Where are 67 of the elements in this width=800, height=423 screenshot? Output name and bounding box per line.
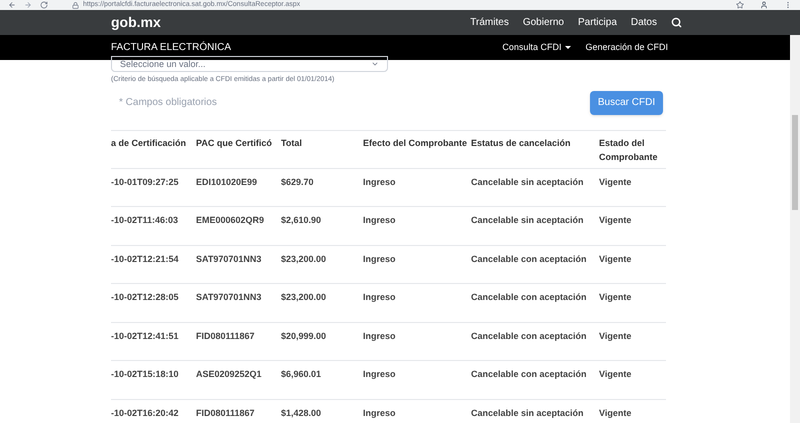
- search-icon[interactable]: [671, 17, 682, 28]
- table-cell-text: EDI101020E99: [196, 176, 258, 188]
- profile-icon[interactable]: [760, 1, 768, 9]
- site-logo[interactable]: gob.mx: [111, 12, 161, 33]
- column-header: Efecto del Comprobante: [363, 136, 468, 150]
- table-cell-text: SAT970701NN3: [196, 291, 262, 304]
- table-cell-text: Cancelable con aceptación: [471, 368, 588, 381]
- table-cell-text: Ingreso: [363, 214, 397, 227]
- table-cell-text: Ingreso: [363, 291, 397, 304]
- table-cell-text: Ingreso: [363, 176, 397, 189]
- table-cell-text: Cancelable sin aceptación: [471, 214, 585, 227]
- table-cell-text: Ingreso: [363, 368, 397, 381]
- table-cell-text: FID080111867: [196, 406, 256, 420]
- table-cell-text: Ingreso: [363, 330, 397, 343]
- table-cell-text: Ingreso: [363, 406, 397, 420]
- lock-icon: [72, 2, 79, 8]
- table-cell-text: Cancelable sin aceptación: [471, 406, 585, 420]
- column-header: Estatus de cancelación: [471, 136, 572, 150]
- forward-icon[interactable]: [24, 1, 32, 9]
- table-cell-text: $20,999.00: [281, 330, 328, 342]
- table-cell-text: -10-02T16:20:42: [111, 406, 180, 420]
- back-icon[interactable]: [8, 1, 16, 9]
- star-icon[interactable]: [736, 1, 744, 9]
- table-cell-text: Ingreso: [363, 252, 397, 266]
- nav-link[interactable]: Datos: [630, 15, 657, 30]
- caret-icon: [565, 46, 572, 49]
- table-cell-text: $1,428.00: [281, 406, 322, 420]
- select-field[interactable]: Seleccione un valor...: [111, 56, 388, 72]
- table-cell-text: Vigente: [599, 176, 632, 189]
- table-cell-text: ASE0209252Q1: [196, 368, 263, 381]
- table-cell-text: Cancelable con aceptación: [471, 252, 588, 266]
- table-cell-text: $2,610.90: [281, 214, 322, 227]
- table-cell-text: Vigente: [599, 252, 632, 266]
- table-cell-text: $629.70: [281, 176, 315, 188]
- table-cell-text: -10-02T12:41:51: [111, 330, 180, 342]
- table-cell-text: -10-01T09:27:25: [111, 176, 180, 188]
- table-cell-text: $23,200.00: [281, 291, 328, 304]
- table-cell-text: $6,960.01: [281, 368, 322, 381]
- reload-icon[interactable]: [40, 1, 48, 9]
- table-cell-text: $23,200.00: [281, 252, 328, 266]
- section-title: FACTURA ELECTRÓNICA: [111, 40, 232, 55]
- nav-link[interactable]: Participa: [578, 15, 617, 30]
- nav-link[interactable]: Gobierno: [522, 15, 564, 30]
- table-cell-text: Vigente: [599, 214, 632, 227]
- table-cell-text: SAT970701NN3: [196, 252, 262, 266]
- caret-icon: [371, 60, 379, 68]
- table-cell-text: -10-02T15:18:10: [111, 368, 180, 381]
- required-note: * Campos obligatorios: [119, 96, 217, 110]
- table-cell-text: EME000602QR9: [196, 214, 266, 227]
- table-cell-text: Cancelable sin aceptación: [471, 176, 585, 189]
- table-cell-text: -10-02T11:46:03: [111, 214, 180, 227]
- table-cell-text: Cancelable con aceptación: [471, 291, 588, 304]
- table-cell-text: FID080111867: [196, 330, 256, 342]
- table-cell-text: Vigente: [599, 330, 632, 343]
- nav-link[interactable]: Trámites: [470, 15, 509, 30]
- nav-link[interactable]: Generación de CFDI: [585, 40, 668, 54]
- table-cell-text: -10-02T12:21:54: [111, 252, 180, 266]
- table-cell-text: -10-02T12:28:05: [111, 291, 180, 304]
- nav-link[interactable]: Consulta CFDI: [502, 40, 572, 54]
- column-header: Total: [281, 136, 303, 150]
- column-header: Estado del Comprobante: [599, 136, 658, 164]
- table-cell-text: Vigente: [599, 291, 632, 304]
- table-cell-text: Cancelable con aceptación: [471, 330, 588, 343]
- column-header: a de Certificación: [111, 136, 188, 150]
- table-cell-text: Vigente: [599, 368, 632, 381]
- column-header: PAC que Certificó: [196, 136, 273, 150]
- table-cell-text: Vigente: [599, 406, 632, 420]
